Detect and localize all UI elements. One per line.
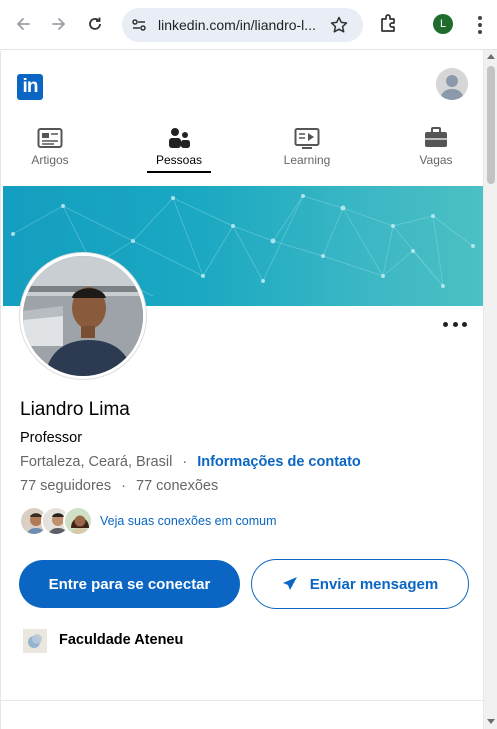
education-entry[interactable]: Faculdade Ateneu [23,629,323,653]
extensions-puzzle-icon[interactable] [377,12,401,36]
sign-in-avatar-icon[interactable] [436,68,468,100]
browser-profile-avatar[interactable]: L [433,14,453,34]
tab-learning[interactable]: Learning [262,123,352,175]
tab-vagas[interactable]: Vagas [391,123,481,175]
mutual-connections-link[interactable]: Veja suas conexões em comum [100,514,276,528]
address-bar[interactable]: linkedin.com/in/liandro-l... [122,8,363,42]
forward-arrow-icon [52,18,66,30]
profile-location: Fortaleza, Ceará, Brasil [20,454,173,470]
scroll-up-arrow-icon[interactable] [487,54,495,59]
mutual-connections[interactable]: Veja suas conexões em comum [19,506,319,538]
tab-vagas-label: Vagas [419,153,453,167]
mutual-connection-avatar [63,506,93,536]
active-tab-indicator [147,171,211,173]
back-button[interactable] [10,11,36,37]
school-logo-icon [23,629,47,653]
contact-info-link[interactable]: Informações de contato [197,454,361,470]
location-line: Fortaleza, Ceará, Brasil · Informações d… [20,454,361,470]
forward-button[interactable] [46,11,72,37]
people-icon [169,128,190,148]
send-message-label: Enviar mensagem [309,575,439,593]
browser-toolbar: linkedin.com/in/liandro-l... L [0,0,497,50]
bookmark-star-icon[interactable] [329,15,349,35]
scroll-down-arrow-icon[interactable] [487,719,495,724]
scroll-thumb[interactable] [487,66,495,184]
tab-pessoas-label: Pessoas [155,153,203,167]
school-name: Faculdade Ateneu [59,632,184,648]
article-icon [37,128,63,148]
url-text: linkedin.com/in/liandro-l... [158,17,316,33]
connect-button[interactable]: Entre para se conectar [19,560,240,608]
guest-nav-tabs: Artigos Pessoas Learning Vagas [1,123,483,175]
separator-dot: · [182,454,188,470]
briefcase-icon [425,127,447,147]
tab-pessoas[interactable]: Pessoas [134,123,224,175]
tab-artigos-label: Artigos [31,153,69,167]
tab-artigos[interactable]: Artigos [5,123,95,175]
browser-menu-icon[interactable] [470,13,490,37]
scrollbar[interactable] [483,50,497,729]
more-options-icon[interactable] [443,319,467,329]
section-divider [1,700,483,701]
connections-count: 77 conexões [136,478,219,494]
site-info-icon[interactable] [130,16,148,34]
reload-icon [89,17,101,30]
send-icon [282,577,297,590]
send-message-button[interactable]: Enviar mensagem [251,559,469,609]
linkedin-logo[interactable]: in [17,74,43,100]
separator-dot: · [121,478,126,494]
learning-icon [294,128,320,149]
profile-headline: Professor [20,430,83,446]
counts-line: 77 seguidores · 77 conexões [20,478,218,494]
back-arrow-icon [16,18,30,30]
followers-count: 77 seguidores [20,478,112,494]
tab-learning-label: Learning [283,153,331,167]
profile-name: Liandro Lima [20,399,130,420]
linkedin-page: in Artigos Pessoas Learning Vagas Liandr… [0,51,483,729]
reload-button[interactable] [82,11,108,37]
profile-photo[interactable] [20,253,146,379]
